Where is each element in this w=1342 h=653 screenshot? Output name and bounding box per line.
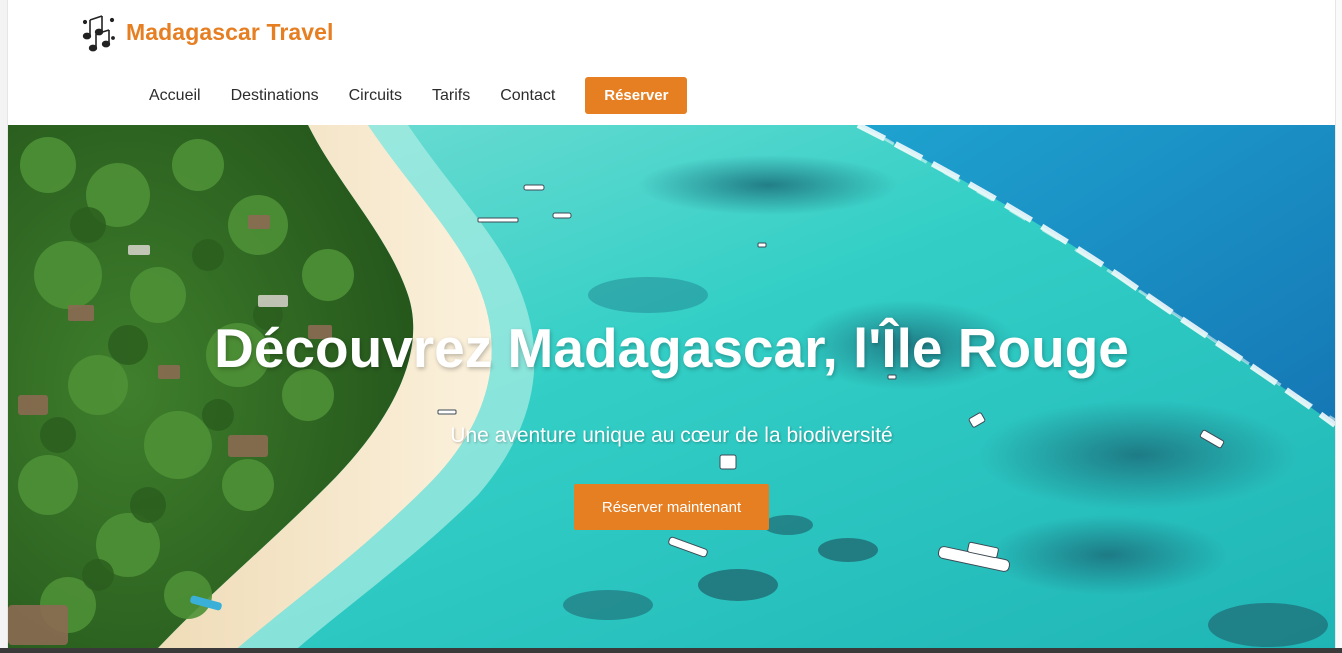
- nav-link-circuits[interactable]: Circuits: [349, 77, 402, 114]
- nav-link-contact[interactable]: Contact: [500, 77, 555, 114]
- hero-subtitle: Une aventure unique au cœur de la biodiv…: [450, 424, 893, 447]
- hero-section: Découvrez Madagascar, l'Île Rouge Une av…: [8, 125, 1335, 648]
- window-scrollbar-track[interactable]: [1335, 0, 1342, 653]
- main-nav: Accueil Destinations Circuits Tarifs Con…: [149, 77, 688, 114]
- window-bottom-edge: [0, 648, 1342, 653]
- reserve-button[interactable]: Réserver: [585, 77, 688, 114]
- nav-link-accueil[interactable]: Accueil: [149, 77, 201, 114]
- hero-title: Découvrez Madagascar, l'Île Rouge: [214, 317, 1129, 379]
- window-left-edge: [0, 0, 8, 653]
- site-header: Madagascar Travel Accueil Destinations C…: [8, 0, 1335, 125]
- reserve-now-button[interactable]: Réserver maintenant: [574, 484, 769, 530]
- nav-link-destinations[interactable]: Destinations: [231, 77, 319, 114]
- nav-link-tarifs[interactable]: Tarifs: [432, 77, 470, 114]
- brand-name[interactable]: Madagascar Travel: [126, 19, 334, 46]
- page: Madagascar Travel Accueil Destinations C…: [0, 0, 1342, 653]
- music-notes-icon: [82, 15, 115, 52]
- hero-background-image: [8, 125, 1335, 648]
- brand-logo[interactable]: Madagascar Travel: [82, 12, 334, 52]
